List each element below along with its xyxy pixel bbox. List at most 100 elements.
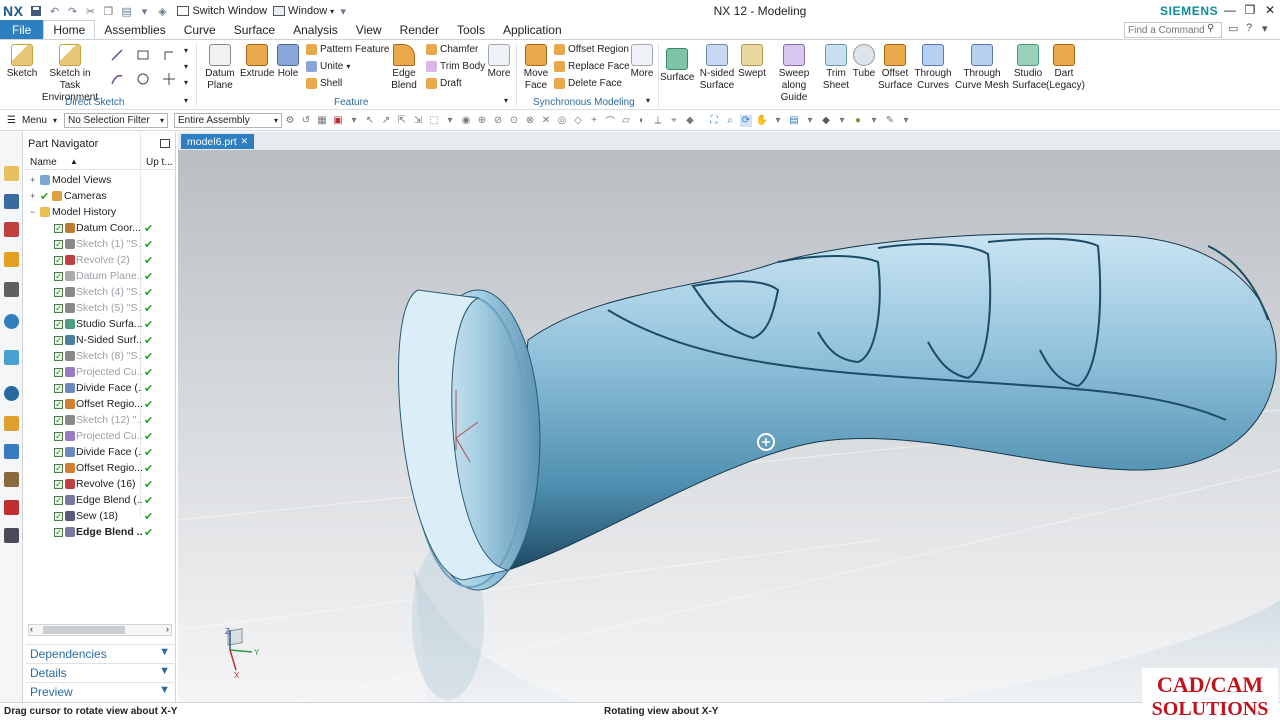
suppress-checkbox[interactable]: ✓ xyxy=(54,399,63,409)
preview-panel[interactable]: Preview ▼ xyxy=(26,682,174,700)
copy-icon[interactable]: ❐ xyxy=(101,4,115,18)
select-all-icon[interactable]: ▦ xyxy=(316,115,328,127)
snap-end-icon[interactable]: ⊘ xyxy=(492,115,504,127)
swept-button[interactable]: Swept xyxy=(738,44,766,80)
reuse-library-icon[interactable] xyxy=(4,252,19,267)
orient-view-icon[interactable]: ▤ xyxy=(788,115,800,127)
snap-on-curve-icon[interactable]: ⌒ xyxy=(604,115,616,128)
manufacturing-wizard-icon[interactable] xyxy=(4,472,19,487)
rotate-view-icon[interactable]: ⟳ xyxy=(740,114,752,127)
clock-icon[interactable] xyxy=(4,386,19,401)
tab-home[interactable]: Home xyxy=(43,20,96,39)
suppress-checkbox[interactable]: ✓ xyxy=(54,511,63,521)
touch-mode-icon[interactable]: ◈ xyxy=(155,4,169,18)
navigator-row[interactable]: ✓ Sketch (12) "... ✔ xyxy=(24,412,176,428)
chevron-down-icon[interactable]: ▾ xyxy=(804,115,816,127)
through-curve-mesh-button[interactable]: Through Curve Mesh xyxy=(954,44,1010,92)
tab-application[interactable]: Application xyxy=(494,20,571,39)
document-tab[interactable]: model6.prt ✕ xyxy=(181,134,255,149)
cut-icon[interactable]: ✂ xyxy=(83,4,97,18)
n-sided-surface-button[interactable]: N-sided Surface xyxy=(698,44,736,92)
suppress-checkbox[interactable]: ✓ xyxy=(54,527,63,537)
tube-button[interactable]: Tube xyxy=(852,44,876,80)
minimize-icon[interactable]: — xyxy=(1222,2,1238,18)
suppress-checkbox[interactable]: ✓ xyxy=(54,447,63,457)
navigator-row[interactable]: ✓ Sew (18) ✔ xyxy=(24,508,176,524)
sketch-in-task-button[interactable]: Sketch in Task Environment xyxy=(40,44,100,104)
snap-pole-icon[interactable]: ⟂ xyxy=(652,115,664,127)
navigator-row[interactable]: ✓ Offset Regio... ✔ xyxy=(24,396,176,412)
arc-icon[interactable] xyxy=(110,72,124,86)
view-orient-icon[interactable]: ◉ xyxy=(460,115,472,127)
rectangle-select-icon[interactable]: ⬚ xyxy=(428,115,440,127)
rectangle-icon[interactable] xyxy=(136,48,150,62)
suppress-checkbox[interactable]: ✓ xyxy=(54,223,63,233)
paste-icon[interactable]: ▤ xyxy=(119,4,133,18)
undo-icon[interactable]: ↶ xyxy=(47,4,61,18)
suppress-checkbox[interactable]: ✓ xyxy=(54,351,63,361)
snap-intersect-icon[interactable]: ✕ xyxy=(540,115,552,127)
suppress-checkbox[interactable]: ✓ xyxy=(54,463,63,473)
dependencies-panel[interactable]: Dependencies ▼ xyxy=(26,644,174,662)
column-up-to-date[interactable]: Up t... xyxy=(146,157,173,168)
suppress-checkbox[interactable]: ✓ xyxy=(54,303,63,313)
suppress-checkbox[interactable]: ✓ xyxy=(54,271,63,281)
navigator-row[interactable]: ✓ Datum Plane... ✔ xyxy=(24,268,176,284)
surface-button[interactable]: Surface xyxy=(660,48,694,84)
snap-tangent-icon[interactable]: ⌖ xyxy=(668,115,680,127)
tab-view[interactable]: View xyxy=(347,20,391,39)
ribbon-options-icon[interactable]: ▭ xyxy=(1228,22,1238,35)
constraint-navigator-icon[interactable] xyxy=(4,194,19,209)
assembly-navigator-icon[interactable] xyxy=(4,166,19,181)
navigator-row[interactable]: ✓ Divide Face (... ✔ xyxy=(24,444,176,460)
menu-button[interactable]: ☰ Menu ▾ xyxy=(4,113,60,128)
draft-button[interactable]: Draft xyxy=(426,78,462,89)
tab-tools[interactable]: Tools xyxy=(448,20,494,39)
navigator-row[interactable]: ✓ Projected Cu... ✔ xyxy=(24,364,176,380)
model-view[interactable]: Z Y X xyxy=(178,150,1280,702)
sync-more-button[interactable]: More xyxy=(628,44,656,80)
replace-face-button[interactable]: Replace Face xyxy=(554,61,630,72)
suppress-checkbox[interactable]: ✓ xyxy=(54,319,63,329)
restore-icon[interactable]: ❐ xyxy=(1242,2,1258,18)
navigator-row[interactable]: ✓ Edge Blend ... ✔ xyxy=(24,524,176,540)
profile-icon[interactable] xyxy=(162,48,176,62)
tab-surface[interactable]: Surface xyxy=(225,20,284,39)
part-navigator-icon[interactable] xyxy=(4,222,19,237)
move-face-button[interactable]: Move Face xyxy=(520,44,552,92)
navigator-row[interactable]: ✓ Revolve (2) ✔ xyxy=(24,252,176,268)
web-browser-icon[interactable] xyxy=(4,314,19,329)
graphics-viewport[interactable]: Z Y X xyxy=(178,150,1280,702)
suppress-checkbox[interactable]: ✓ xyxy=(54,287,63,297)
process-studio-icon[interactable] xyxy=(4,444,19,459)
filter-settings-icon[interactable]: ⚙ xyxy=(284,115,296,127)
studio-surface-button[interactable]: Studio Surface xyxy=(1012,44,1046,92)
navigator-row[interactable]: ✓ Edge Blend (... ✔ xyxy=(24,492,176,508)
navigator-row[interactable]: ✓ Offset Regio... ✔ xyxy=(24,460,176,476)
sweep-along-guide-button[interactable]: Sweep along Guide xyxy=(768,44,820,104)
navigator-row[interactable]: − Model History xyxy=(24,204,176,220)
search-icon[interactable]: ⚲ xyxy=(1207,23,1214,34)
tab-render[interactable]: Render xyxy=(391,20,448,39)
repeat-command-icon[interactable]: ▾ xyxy=(137,4,151,18)
zoom-icon[interactable]: ⌕ xyxy=(724,115,736,127)
navigator-row[interactable]: ✓ Datum Coor... ✔ xyxy=(24,220,176,236)
sketch-button[interactable]: Sketch xyxy=(6,44,38,80)
edge-blend-button[interactable]: Edge Blend xyxy=(386,44,422,92)
chevron-down-icon[interactable]: ▾ xyxy=(184,78,188,87)
close-icon[interactable]: ✕ xyxy=(241,136,249,147)
through-curves-button[interactable]: Through Curves xyxy=(914,44,952,92)
reset-filter-icon[interactable]: ↺ xyxy=(300,115,312,127)
navigator-row[interactable]: + Model Views xyxy=(24,172,176,188)
delete-face-button[interactable]: Delete Face xyxy=(554,78,622,89)
scrollbar-thumb[interactable] xyxy=(43,626,125,634)
snap-bounded-icon[interactable]: ◐ xyxy=(636,115,648,127)
navigator-row[interactable]: ✓ Sketch (5) "S... ✔ xyxy=(24,300,176,316)
selection-filter-dropdown[interactable]: No Selection Filter ▾ xyxy=(64,113,168,128)
collapse-icon[interactable]: − xyxy=(30,207,35,217)
suppress-checkbox[interactable]: ✓ xyxy=(54,367,63,377)
layer-visibility-icon[interactable]: ● xyxy=(852,115,864,127)
edit-section-icon[interactable]: ✎ xyxy=(884,115,896,127)
chevron-down-icon[interactable]: ▾ xyxy=(772,115,784,127)
offset-region-button[interactable]: Offset Region xyxy=(554,44,629,55)
